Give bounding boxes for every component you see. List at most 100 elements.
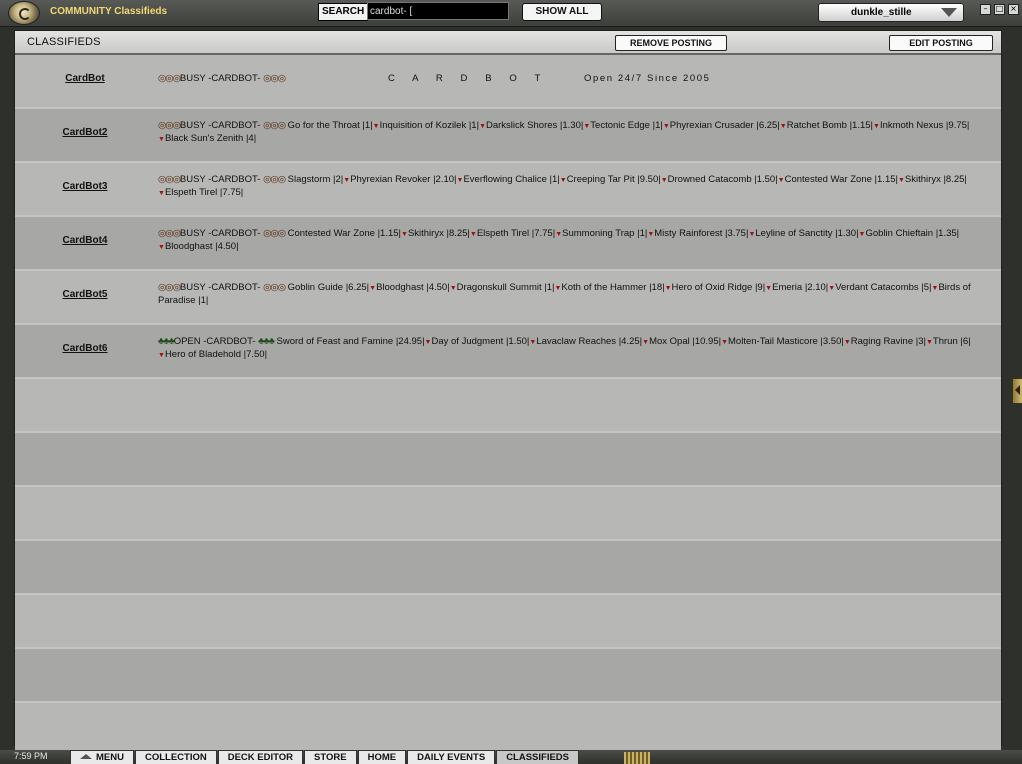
menu-arrow-icon — [80, 754, 92, 759]
resize-grip-icon[interactable] — [624, 752, 650, 764]
posting-item: Inquisition of Kozilek |1| — [379, 120, 480, 131]
posting-name-link[interactable]: CardBot4 — [59, 235, 111, 246]
posting-item: Darkslick Shores |1.30| — [486, 120, 584, 131]
posting-item: Everflowing Chalice |1| — [463, 174, 560, 185]
posting-item: Hero of Oxid Ridge |9| — [671, 282, 766, 293]
nav-tab-label: STORE — [314, 752, 347, 763]
posting-row[interactable]: CardBot5 ◎◎◎BUSY -CARDBOT- ◎◎◎ Goblin Gui… — [15, 271, 1001, 325]
red-triangle-icon: ▼ — [897, 177, 905, 184]
posting-item: Elspeth Tirel |7.75| — [164, 187, 244, 198]
posting-banner-hours: Open 24/7 Since 2005 — [584, 73, 711, 84]
nav-tab-classifieds[interactable]: CLASSIFIEDS — [496, 750, 579, 764]
nav-tab-label: MENU — [96, 752, 124, 763]
minimize-icon[interactable]: – — [980, 4, 991, 15]
red-triangle-icon: ▼ — [372, 123, 380, 130]
posting-item: Sword of Feast and Famine |24.95| — [276, 336, 425, 347]
posting-item: Elspeth Tirel |7.75| — [476, 228, 556, 239]
busy-swirl-icon: ◎◎◎ — [263, 174, 286, 185]
search-input[interactable] — [367, 2, 509, 20]
posting-name-link[interactable]: CardBot2 — [59, 127, 111, 138]
nav-tab-label: COLLECTION — [144, 752, 207, 763]
user-select[interactable]: dunkle_stille — [818, 3, 964, 22]
posting-item: Thrun |6| — [932, 336, 971, 347]
nav-tab-label: HOME — [367, 752, 397, 763]
classifieds-panel: CLASSIFIEDS REMOVE POSTING EDIT POSTING … — [14, 30, 1002, 757]
empty-row — [15, 595, 1001, 649]
posting-item: Summoning Trap |1| — [562, 228, 648, 239]
nav-tab-label: DAILY EVENTS — [417, 752, 486, 763]
posting-description: ◎◎◎BUSY -CARDBOT- ◎◎◎ Slagstorm |2| ▼ Phyr… — [158, 174, 980, 200]
red-triangle-icon: ▼ — [873, 123, 880, 130]
posting-item: Phyrexian Revoker |2.10| — [350, 174, 457, 185]
search-button[interactable]: SEARCH — [318, 3, 369, 21]
nav-tab-collection[interactable]: COLLECTION — [134, 750, 217, 764]
nav-tab-label: DECK EDITOR — [227, 752, 294, 763]
user-select-value: dunkle_stille — [851, 7, 912, 18]
edit-posting-button[interactable]: EDIT POSTING — [889, 35, 993, 51]
posting-status: OPEN -CARDBOT- — [173, 336, 256, 347]
posting-item: Inkmoth Nexus |9.75| — [879, 120, 970, 131]
posting-item: Lavaclaw Reaches |4.25| — [536, 336, 643, 347]
posting-name-link[interactable]: CardBot3 — [59, 181, 111, 192]
open-tree-icon: ♣♣♣ — [158, 336, 175, 347]
posting-item: Goblin Chieftain |1.35| — [865, 228, 960, 239]
clock: 7:59 PM — [14, 751, 48, 761]
red-triangle-icon: ▼ — [660, 177, 668, 184]
posting-status: BUSY -CARDBOT- — [179, 73, 261, 84]
posting-item: Drowned Catacomb |1.50| — [667, 174, 778, 185]
red-triangle-icon: ▼ — [664, 285, 672, 292]
posting-row[interactable]: CardBot ◎◎◎BUSY -CARDBOT- ◎◎◎ C A R D B O … — [15, 55, 1001, 109]
red-triangle-icon: ▼ — [469, 231, 477, 238]
nav-tab-menu[interactable]: MENU — [70, 750, 134, 764]
nav-tab-daily-events[interactable]: DAILY EVENTS — [407, 750, 496, 764]
posting-item: Goblin Guide |6.25| — [287, 282, 370, 293]
chevron-left-icon — [1015, 385, 1020, 395]
busy-swirl-icon: ◎◎◎ — [158, 120, 181, 131]
panel-header: CLASSIFIEDS REMOVE POSTING EDIT POSTING — [15, 31, 1001, 55]
posting-item: Day of Judgment |1.50| — [431, 336, 530, 347]
maximize-icon[interactable]: □ — [994, 4, 1005, 15]
top-bar: COMMUNITY Classifieds SEARCH SHOW ALL du… — [0, 0, 1022, 27]
posting-item: Verdant Catacombs |5| — [835, 282, 932, 293]
empty-row — [15, 703, 1001, 757]
posting-description: ◎◎◎BUSY -CARDBOT- ◎◎◎ Goblin Guide |6.25… — [158, 282, 980, 307]
posting-item: Hero of Bladehold |7.50| — [164, 349, 268, 360]
posting-item: Dragonskull Summit |1| — [456, 282, 555, 293]
posting-name-link[interactable]: CardBot — [59, 73, 111, 84]
busy-swirl-icon: ◎◎◎ — [158, 228, 181, 239]
posting-item: Contested War Zone |1.15| — [784, 174, 898, 185]
remove-posting-button[interactable]: REMOVE POSTING — [615, 35, 727, 51]
planeswalker-logo-icon[interactable] — [8, 1, 40, 25]
busy-swirl-icon: ◎◎◎ — [158, 282, 181, 293]
posting-item: Emeria |2.10| — [772, 282, 829, 293]
posting-item: Tectonic Edge |1| — [590, 120, 663, 131]
posting-item: Raging Ravine |3| — [850, 336, 926, 347]
posting-status: BUSY -CARDBOT- — [179, 120, 261, 131]
posting-name-link[interactable]: CardBot6 — [59, 343, 111, 354]
nav-tab-home[interactable]: HOME — [357, 750, 407, 764]
posting-row[interactable]: CardBot2 ◎◎◎BUSY -CARDBOT- ◎◎◎ Go for the… — [15, 109, 1001, 163]
nav-tab-deck-editor[interactable]: DECK EDITOR — [217, 750, 304, 764]
posting-banner: C A R D B O T — [388, 73, 548, 84]
posting-row[interactable]: CardBot6 ♣♣♣OPEN -CARDBOT- ♣♣♣ Sword of F… — [15, 325, 1001, 379]
posting-item: Slagstorm |2| — [287, 174, 344, 185]
close-icon[interactable]: × — [1008, 4, 1019, 15]
red-triangle-icon: ▼ — [721, 339, 729, 346]
posting-item: Koth of the Hammer |18| — [561, 282, 665, 293]
posting-row[interactable]: CardBot3 ◎◎◎BUSY -CARDBOT- ◎◎◎ Slagstorm … — [15, 163, 1001, 217]
red-triangle-icon: ▼ — [401, 231, 408, 238]
posting-item: Skithiryx |8.25| — [904, 174, 967, 185]
posting-description: ◎◎◎BUSY -CARDBOT- ◎◎◎ Go for the Throat … — [158, 120, 980, 146]
posting-row[interactable]: CardBot4 ◎◎◎BUSY -CARDBOT- ◎◎◎ Contested … — [15, 217, 1001, 271]
busy-swirl-icon: ◎◎◎ — [158, 174, 181, 185]
posting-item: Bloodghast |4.50| — [164, 241, 239, 252]
posting-item: Go for the Throat |1| — [287, 120, 373, 131]
posting-name-link[interactable]: CardBot5 — [59, 289, 111, 300]
posting-item: Bloodghast |4.50| — [376, 282, 450, 293]
side-panel-handle[interactable] — [1012, 378, 1022, 404]
posting-status: BUSY -CARDBOT- — [179, 174, 261, 185]
posting-description: ◎◎◎BUSY -CARDBOT- ◎◎◎ — [158, 73, 980, 85]
nav-tab-store[interactable]: STORE — [304, 750, 357, 764]
show-all-button[interactable]: SHOW ALL — [522, 3, 602, 21]
busy-swirl-icon: ◎◎◎ — [263, 228, 286, 239]
